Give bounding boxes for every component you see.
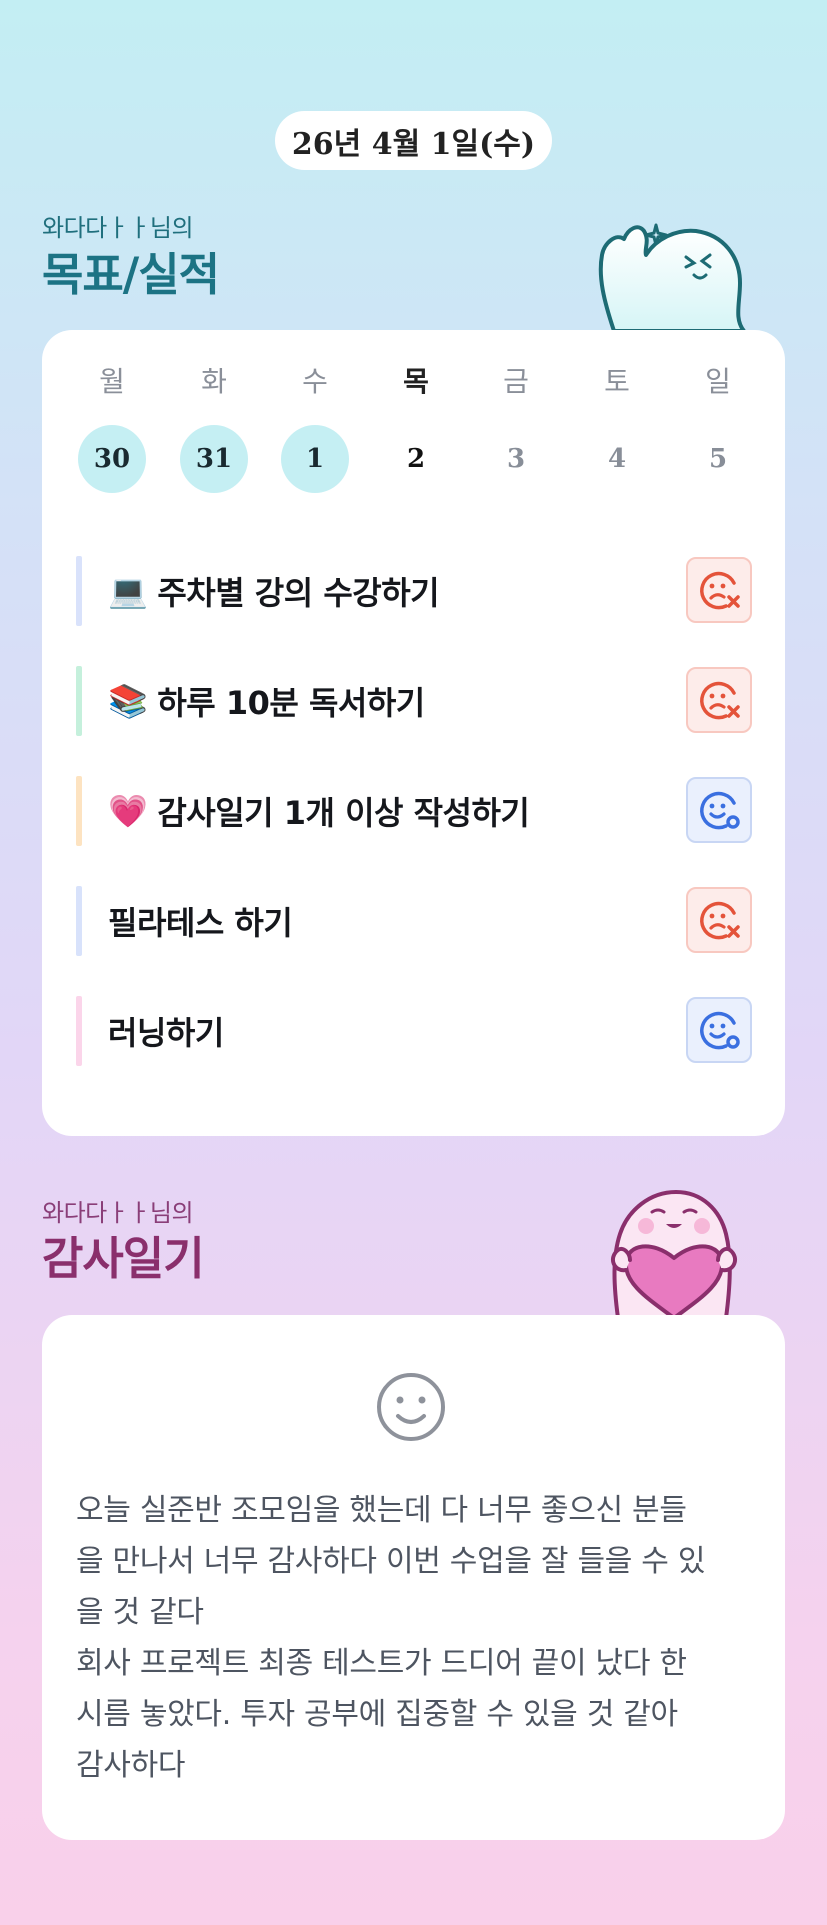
date-cell[interactable]: 3: [482, 425, 550, 493]
goal-text: 러닝하기: [108, 996, 224, 1066]
goal-label: 감사일기 1개 이상 작성하기: [157, 794, 530, 832]
status-fail-button[interactable]: [686, 667, 752, 733]
sad-face-x-icon: [700, 571, 740, 610]
date-cell-selected[interactable]: 1: [281, 425, 349, 493]
goal-color-bar: [76, 556, 82, 626]
gratitude-card[interactable]: 오늘 실준반 조모임을 했는데 다 너무 좋으신 분들 을 만나서 너무 감사하…: [42, 1315, 785, 1840]
weekday-label: 월: [99, 365, 125, 398]
date-cell[interactable]: 4: [583, 425, 651, 493]
goal-text: 💻 주차별 강의 수강하기: [108, 556, 440, 626]
date-cell-completed[interactable]: 30: [78, 425, 146, 493]
goal-color-bar: [76, 886, 82, 956]
ghost-mascot-illustration: [594, 205, 754, 335]
sad-face-x-icon: [700, 681, 740, 720]
goal-item[interactable]: 💻 주차별 강의 수강하기: [76, 556, 752, 626]
goal-color-bar: [76, 776, 82, 846]
goal-label: 하루 10분 독서하기: [157, 684, 425, 722]
date-cell[interactable]: 5: [684, 425, 752, 493]
weekday-label: 일: [705, 365, 731, 398]
weekday-header: 월 화 수 목 금 토 일: [78, 355, 785, 425]
smile-face-check-icon: [700, 1011, 740, 1050]
books-icon: 📚: [108, 682, 148, 720]
heart-icon: 💗: [108, 792, 148, 830]
date-row: 30 31 1 2 3 4 5: [78, 425, 785, 495]
goal-text: 필라테스 하기: [108, 886, 293, 956]
weekday-label: 화: [201, 365, 227, 398]
status-done-button[interactable]: [686, 997, 752, 1063]
goal-item[interactable]: 💗 감사일기 1개 이상 작성하기: [76, 776, 752, 846]
goal-label: 필라테스 하기: [108, 904, 293, 942]
goal-item[interactable]: 📚 하루 10분 독서하기: [76, 666, 752, 736]
gratitude-entry-text: 오늘 실준반 조모임을 했는데 다 너무 좋으신 분들 을 만나서 너무 감사하…: [76, 1493, 706, 1783]
weekday-label-today: 목: [403, 365, 429, 398]
goal-item[interactable]: 필라테스 하기: [76, 886, 752, 956]
laptop-icon: 💻: [108, 572, 148, 610]
status-fail-button[interactable]: [686, 887, 752, 953]
date-cell-today[interactable]: 2: [382, 425, 450, 493]
goal-color-bar: [76, 666, 82, 736]
weekday-label: 수: [302, 365, 328, 398]
smiley-icon: [374, 1370, 448, 1448]
date-cell-completed[interactable]: 31: [180, 425, 248, 493]
goal-item[interactable]: 러닝하기: [76, 996, 752, 1066]
sad-face-x-icon: [700, 901, 740, 940]
goal-label: 주차별 강의 수강하기: [157, 574, 440, 612]
weekday-label: 토: [604, 365, 630, 398]
status-fail-button[interactable]: [686, 557, 752, 623]
goals-card: 월 화 수 목 금 토 일 30 31 1 2 3 4 5 💻 주차별 강의 수강…: [42, 330, 785, 1136]
status-done-button[interactable]: [686, 777, 752, 843]
heart-mascot-illustration: [590, 1188, 755, 1322]
gratitude-title: 감사일기: [42, 1232, 205, 1285]
smile-face-check-icon: [700, 791, 740, 830]
date-pill[interactable]: 26년 4월 1일(수): [275, 111, 552, 170]
goal-text: 💗 감사일기 1개 이상 작성하기: [108, 776, 530, 846]
goal-text: 📚 하루 10분 독서하기: [108, 666, 425, 736]
goal-label: 러닝하기: [108, 1014, 224, 1052]
weekday-label: 금: [503, 365, 529, 398]
goals-title: 목표/실적: [42, 248, 220, 301]
goal-color-bar: [76, 996, 82, 1066]
